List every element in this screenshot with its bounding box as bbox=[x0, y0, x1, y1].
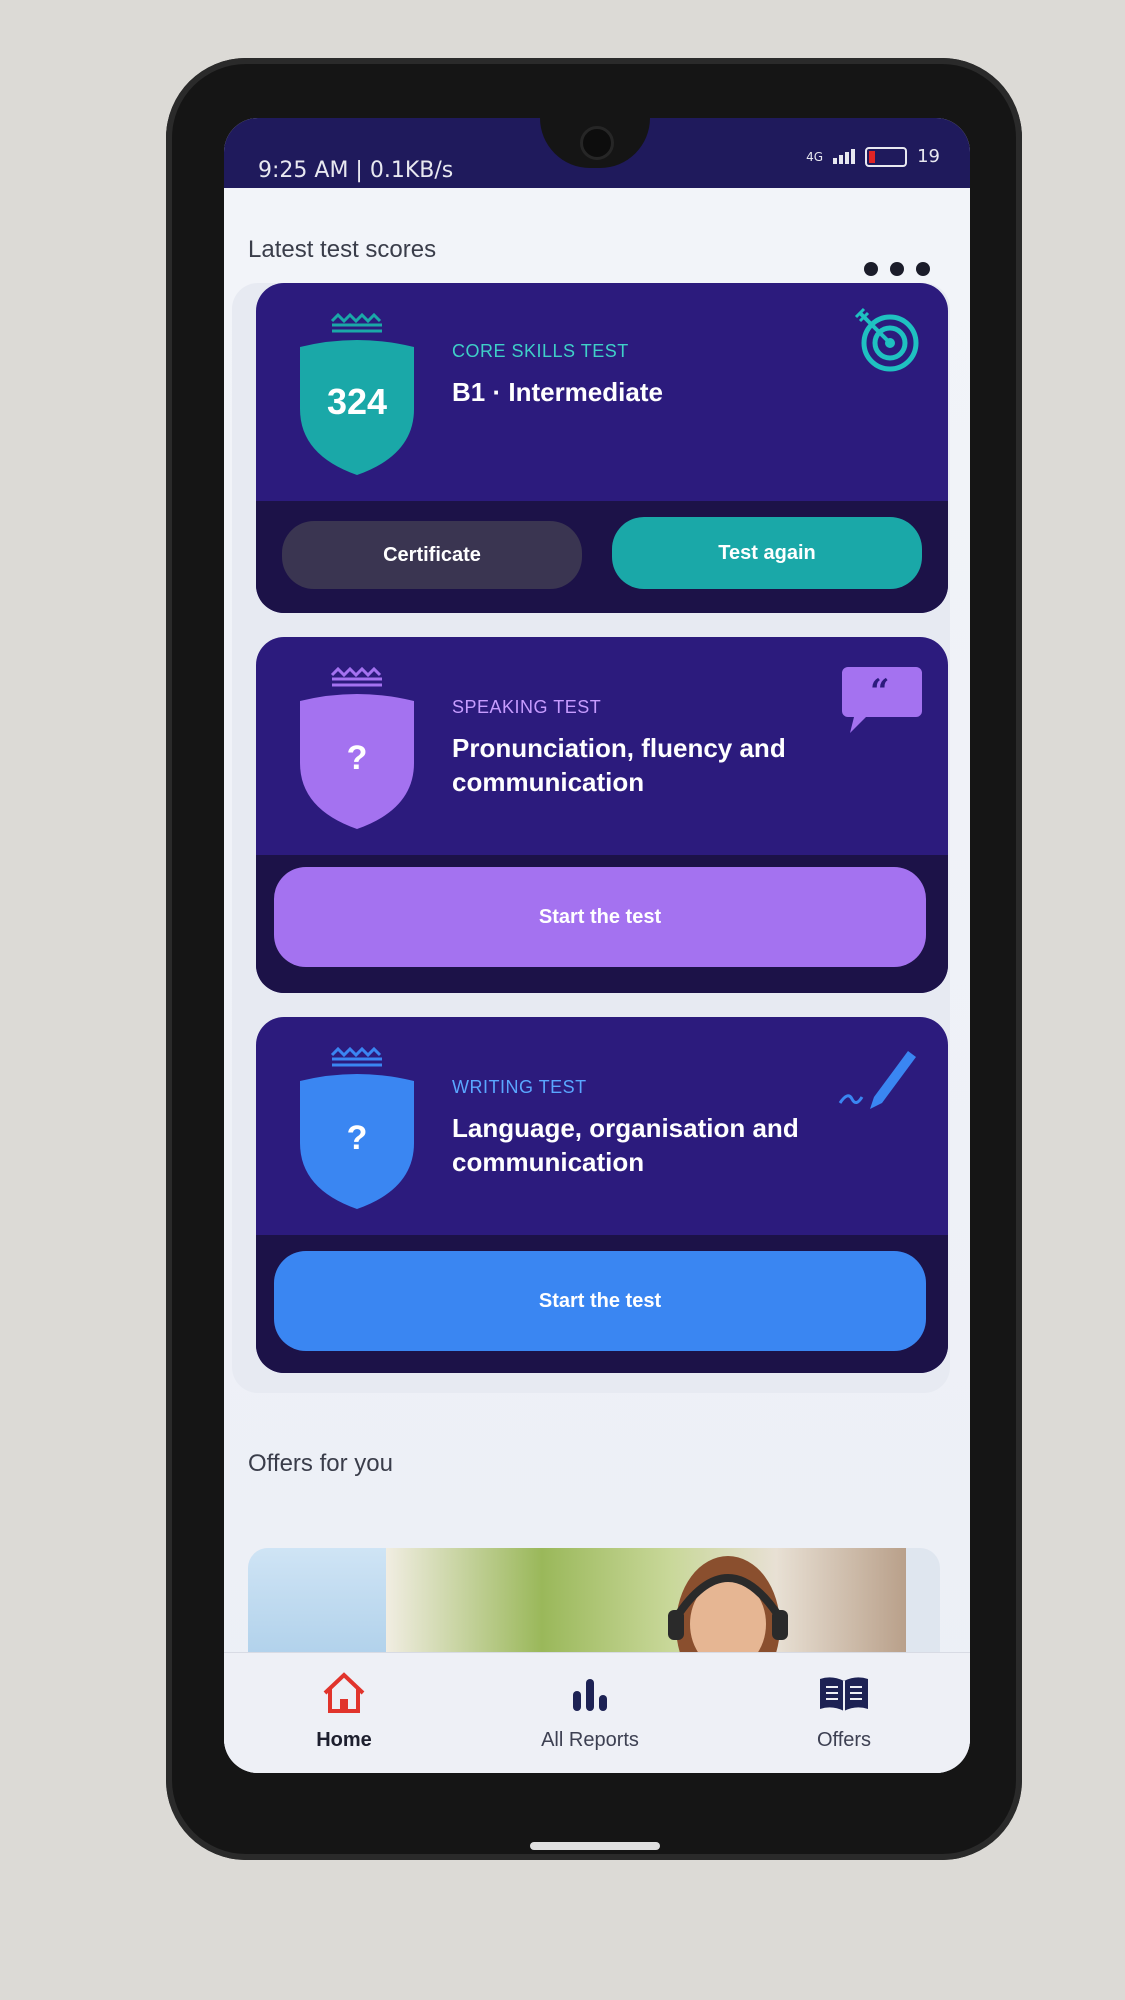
nav-all-reports[interactable]: All Reports bbox=[510, 1671, 670, 1752]
test-again-button[interactable]: Test again bbox=[612, 517, 922, 589]
core-category-label: CORE SKILLS TEST bbox=[452, 341, 629, 361]
signal-icon bbox=[833, 149, 856, 164]
quote-bubble-icon: “ bbox=[842, 667, 922, 733]
nav-offers-label: Offers bbox=[816, 1729, 872, 1751]
status-time: 9:25 AM | 0.1KB/s bbox=[258, 158, 454, 183]
nav-home[interactable]: Home bbox=[264, 1671, 424, 1752]
network-type: 4G bbox=[806, 149, 824, 164]
latest-scores-title: Latest test scores bbox=[248, 236, 437, 263]
core-skills-card[interactable]: 324 CORE SKILLS TEST B1 · Intermediate C… bbox=[256, 283, 948, 613]
more-options-icon[interactable] bbox=[864, 262, 930, 276]
certificate-button[interactable]: Certificate bbox=[282, 521, 582, 589]
battery-icon bbox=[865, 146, 908, 167]
speaking-actions: Start the test bbox=[256, 855, 948, 993]
bottom-navigation: Home All Reports Offers bbox=[224, 1652, 970, 1773]
writing-start-button[interactable]: Start the test bbox=[274, 1251, 926, 1351]
open-book-icon bbox=[820, 1677, 868, 1711]
test-cards-container: 324 CORE SKILLS TEST B1 · Intermediate C… bbox=[232, 283, 950, 1393]
writing-test-title: Language, organisation and communication bbox=[452, 1113, 799, 1177]
writing-score-value: ? bbox=[346, 1119, 368, 1157]
core-actions: Certificate Test again bbox=[256, 501, 948, 613]
pen-icon bbox=[838, 1051, 916, 1109]
nav-home-label: Home bbox=[316, 1729, 372, 1751]
speaking-test-card[interactable]: ? SPEAKING TEST Pronunciation, fluency a… bbox=[256, 637, 948, 993]
bar-chart-icon bbox=[573, 1679, 607, 1711]
nav-all-reports-label: All Reports bbox=[541, 1729, 639, 1751]
offers-section-title: Offers for you bbox=[248, 1450, 393, 1477]
writing-category-label: WRITING TEST bbox=[452, 1077, 587, 1097]
svg-text:“: “ bbox=[870, 672, 890, 712]
app-screen: 9:25 AM | 0.1KB/s 4G 19 Latest test scor… bbox=[224, 118, 970, 1773]
target-icon bbox=[854, 307, 919, 372]
phone-home-indicator bbox=[530, 1842, 660, 1850]
writing-test-card[interactable]: ? WRITING TEST Language, organisation an… bbox=[256, 1017, 948, 1373]
speaking-category-label: SPEAKING TEST bbox=[452, 697, 602, 717]
speaking-start-button[interactable]: Start the test bbox=[274, 867, 926, 967]
home-content: Latest test scores 324 CORE SKILLS TEST … bbox=[224, 188, 970, 1773]
status-bar: 9:25 AM | 0.1KB/s 4G 19 bbox=[224, 118, 970, 188]
speaking-test-title: Pronunciation, fluency and communication bbox=[452, 733, 786, 797]
writing-actions: Start the test bbox=[256, 1235, 948, 1373]
status-icons: 4G 19 bbox=[806, 146, 940, 167]
battery-level: 19 bbox=[917, 146, 940, 167]
home-icon bbox=[323, 1672, 365, 1713]
core-level-title: B1 · Intermediate bbox=[452, 377, 663, 407]
nav-offers[interactable]: Offers bbox=[764, 1671, 924, 1752]
camera-notch bbox=[540, 118, 650, 168]
core-score-value: 324 bbox=[326, 381, 388, 422]
speaking-score-value: ? bbox=[346, 739, 368, 777]
